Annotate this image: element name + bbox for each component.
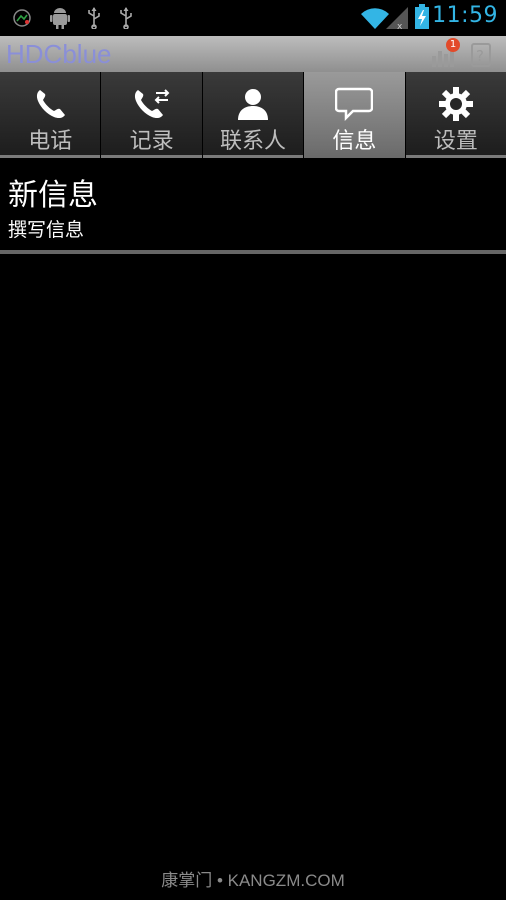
watermark: 康掌门 • KANGZM.COM (161, 871, 345, 890)
tab-settings[interactable]: 设置 (405, 72, 506, 158)
new-message-item[interactable]: 新信息 撰写信息 (0, 160, 506, 250)
contact-icon (235, 86, 271, 122)
help-icon[interactable]: ? (470, 42, 492, 72)
compose-message-subtitle: 撰写信息 (8, 219, 85, 241)
signal-icon: x (386, 6, 410, 34)
app-title: HDCblue (6, 39, 112, 69)
tab-contacts[interactable]: 联系人 (202, 72, 305, 158)
gear-icon (438, 86, 474, 122)
tab-label: 电话 (28, 129, 73, 154)
android-debug-icon (50, 7, 70, 33)
svg-text:x: x (397, 22, 403, 30)
message-icon (335, 86, 374, 122)
status-bar: x 11:59 (0, 0, 506, 36)
divider (0, 250, 506, 254)
tab-label: 设置 (433, 129, 478, 154)
tab-underline (405, 155, 506, 158)
tab-underline (0, 155, 101, 158)
tab-bar: 电话 记录 联系人 信息 设置 (0, 72, 506, 158)
new-message-title: 新信息 (8, 178, 98, 213)
notification-badge: 1 (446, 38, 460, 52)
tab-label: 信息 (332, 129, 377, 154)
battery-charging-icon (414, 4, 430, 34)
app-title-bar: HDCblue 1 ? (0, 36, 506, 72)
tab-phone[interactable]: 电话 (0, 72, 102, 158)
phone-icon (32, 86, 68, 122)
tab-messages[interactable]: 信息 (304, 72, 406, 158)
usb-icon (86, 7, 102, 33)
tab-underline (101, 155, 202, 158)
tab-underline (304, 155, 404, 158)
call-log-icon (132, 86, 172, 122)
usb-icon (118, 7, 134, 33)
svg-text:?: ? (476, 47, 484, 65)
tab-label: 联系人 (220, 129, 287, 154)
clock-time: 11:59 (432, 3, 498, 28)
tab-call-log[interactable]: 记录 (101, 72, 203, 158)
tab-underline (202, 155, 304, 158)
tab-label: 记录 (129, 129, 174, 154)
gauge-icon (12, 8, 32, 32)
